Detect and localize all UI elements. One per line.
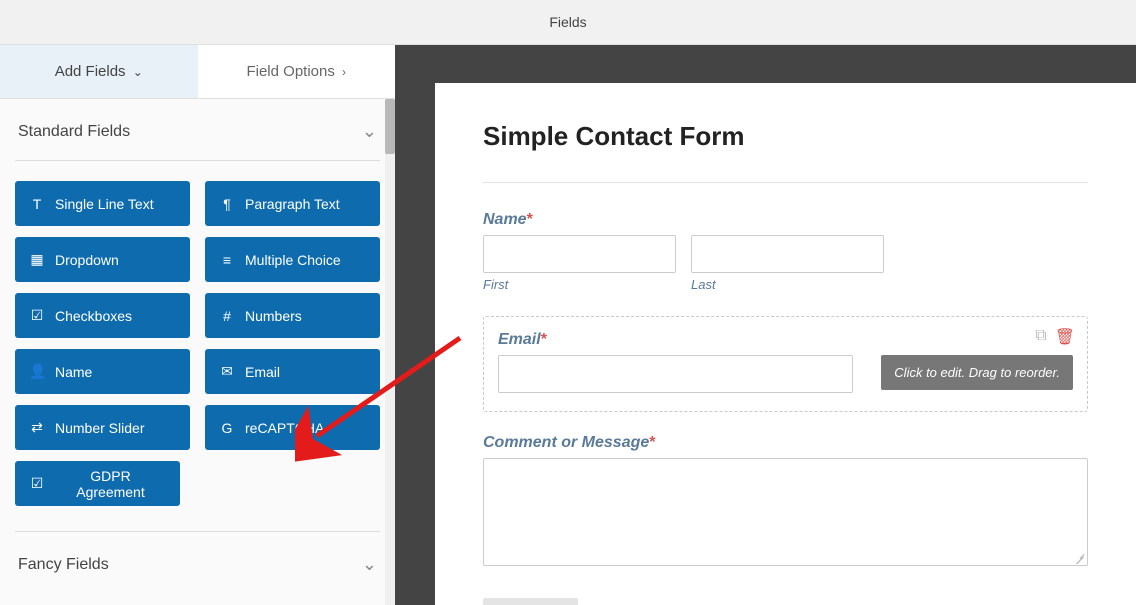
sublabel-first: First	[483, 277, 676, 292]
field-label: Checkboxes	[55, 308, 132, 324]
chevron-down-icon: ⌄	[133, 65, 143, 79]
scrollbar-rail[interactable]	[385, 99, 395, 605]
chevron-right-icon: ›	[342, 65, 346, 79]
form-preview-area: Simple Contact Form Name* First Last	[395, 45, 1136, 605]
submit-button[interactable]: Submit	[483, 598, 578, 605]
sidebar-body: Standard Fields ⌄ T Single Line Text ¶ P…	[0, 99, 395, 605]
field-label: Numbers	[245, 308, 302, 324]
tab-label: Add Fields	[55, 63, 126, 80]
field-number-slider[interactable]: ⇄ Number Slider	[15, 405, 190, 450]
gdpr-icon: ☑	[29, 475, 45, 492]
field-label: Single Line Text	[55, 196, 154, 212]
chevron-down-icon: ⌄	[362, 554, 377, 575]
field-label: reCAPTCHA	[245, 420, 324, 436]
trash-icon[interactable]: 🗑	[1055, 327, 1075, 347]
standard-fields-grid: T Single Line Text ¶ Paragraph Text ▦ Dr…	[15, 161, 380, 532]
paragraph-icon: ¶	[219, 196, 235, 212]
last-name-input[interactable]	[691, 235, 884, 273]
field-label: Multiple Choice	[245, 252, 341, 268]
recaptcha-icon: G	[219, 420, 235, 436]
tab-label: Field Options	[246, 63, 334, 80]
field-multiple-choice[interactable]: ≡ Multiple Choice	[205, 237, 380, 282]
form-preview[interactable]: Simple Contact Form Name* First Last	[435, 83, 1136, 605]
sublabel-last: Last	[691, 277, 884, 292]
divider	[483, 182, 1088, 183]
name-inputs: First Last	[483, 235, 1088, 292]
form-title: Simple Contact Form	[483, 121, 1088, 152]
form-field-comment[interactable]: Comment or Message*	[483, 434, 1088, 566]
slider-icon: ⇄	[29, 419, 45, 436]
sidebar: Add Fields ⌄ Field Options › Standard Fi…	[0, 45, 395, 605]
required-asterisk: *	[541, 331, 547, 348]
user-icon: 👤	[29, 363, 45, 380]
hash-icon: #	[219, 308, 235, 324]
page-header: Fields	[0, 0, 1136, 45]
page-title: Fields	[549, 14, 586, 30]
group-title: Standard Fields	[18, 123, 130, 141]
dropdown-icon: ▦	[29, 251, 45, 268]
scrollbar-thumb[interactable]	[385, 99, 395, 154]
field-email[interactable]: ✉ Email	[205, 349, 380, 394]
field-checkboxes[interactable]: ☑ Checkboxes	[15, 293, 190, 338]
field-numbers[interactable]: # Numbers	[205, 293, 380, 338]
field-label: Number Slider	[55, 420, 144, 436]
form-field-name[interactable]: Name* First Last	[483, 211, 1088, 292]
field-paragraph-text[interactable]: ¶ Paragraph Text	[205, 181, 380, 226]
workspace: Add Fields ⌄ Field Options › Standard Fi…	[0, 45, 1136, 605]
form-field-email-selected[interactable]: ⧉ 🗑 Email* Click to edit. Drag to reorde…	[483, 316, 1088, 412]
envelope-icon: ✉	[219, 363, 235, 380]
field-label: Comment or Message*	[483, 434, 1088, 452]
field-recaptcha[interactable]: G reCAPTCHA	[205, 405, 380, 450]
group-fancy-fields[interactable]: Fancy Fields ⌄	[15, 532, 380, 593]
field-label: Name*	[483, 211, 1088, 229]
required-asterisk: *	[527, 211, 533, 228]
field-label: Name	[55, 364, 92, 380]
tab-add-fields[interactable]: Add Fields ⌄	[0, 45, 198, 98]
field-label: Email	[245, 364, 280, 380]
list-icon: ≡	[219, 252, 235, 268]
field-label: GDPR Agreement	[55, 468, 166, 500]
duplicate-icon[interactable]: ⧉	[1035, 327, 1046, 347]
field-name[interactable]: 👤 Name	[15, 349, 190, 394]
field-label: Paragraph Text	[245, 196, 340, 212]
chevron-down-icon: ⌄	[362, 121, 377, 142]
tab-field-options[interactable]: Field Options ›	[198, 45, 396, 98]
field-label: Dropdown	[55, 252, 119, 268]
check-icon: ☑	[29, 307, 45, 324]
helper-tooltip: Click to edit. Drag to reorder.	[881, 355, 1073, 390]
required-asterisk: *	[649, 434, 655, 451]
comment-textarea[interactable]	[483, 458, 1088, 566]
sidebar-tabs: Add Fields ⌄ Field Options ›	[0, 45, 395, 99]
first-name-input[interactable]	[483, 235, 676, 273]
email-input[interactable]	[498, 355, 853, 393]
field-gdpr-agreement[interactable]: ☑ GDPR Agreement	[15, 461, 180, 506]
field-single-line-text[interactable]: T Single Line Text	[15, 181, 190, 226]
text-line-icon: T	[29, 196, 45, 212]
field-actions: ⧉ 🗑	[1035, 327, 1075, 347]
email-row: Click to edit. Drag to reorder.	[498, 355, 1073, 393]
group-title: Fancy Fields	[18, 556, 109, 574]
field-label: Email*	[498, 331, 1073, 349]
field-dropdown[interactable]: ▦ Dropdown	[15, 237, 190, 282]
group-standard-fields[interactable]: Standard Fields ⌄	[15, 99, 380, 161]
resize-handle-icon[interactable]	[1073, 551, 1085, 563]
